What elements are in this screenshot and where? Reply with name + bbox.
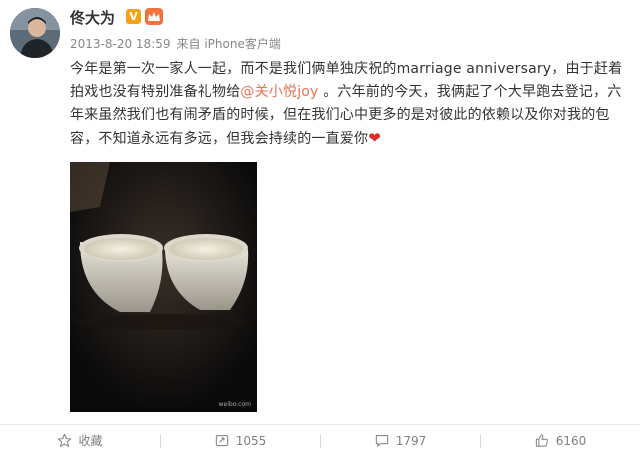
post-source: 来自 iPhone客户端 [176,37,281,51]
avatar[interactable] [10,8,60,58]
star-icon [58,433,72,447]
vip-badge [145,8,163,25]
repost-button[interactable]: 1055 [160,425,320,456]
comment-count: 1797 [395,433,427,448]
like-button[interactable]: 6160 [480,425,640,456]
avatar-image [10,8,60,58]
heart-emoji: ❤ [368,129,381,147]
verified-badge: V [126,9,141,24]
post-meta: 2013-8-20 18:59 来自 iPhone客户端 [70,35,281,52]
vip-crown-icon [148,11,160,21]
comment-icon [375,434,388,447]
like-count: 6160 [555,433,587,448]
action-bar: 收藏 1055 1797 6160 [0,425,640,456]
post-text: 今年是第一次一家人一起，而不是我们俩单独庆祝的marriage annivers… [70,58,626,151]
comment-button[interactable]: 1797 [320,425,480,456]
post-image[interactable]: weibo.com [70,162,257,412]
repost-icon [215,434,228,447]
two-cups-photo [70,162,257,412]
mention-link[interactable]: @关小悦joy [240,84,318,100]
timestamp[interactable]: 2013-8-20 18:59 [70,37,171,51]
repost-count: 1055 [235,433,267,448]
favorite-label: 收藏 [78,434,103,448]
username[interactable]: 佟大为 [70,7,115,28]
image-watermark: weibo.com [218,401,251,408]
favorite-button[interactable]: 收藏 [0,425,160,456]
like-icon [535,434,548,447]
